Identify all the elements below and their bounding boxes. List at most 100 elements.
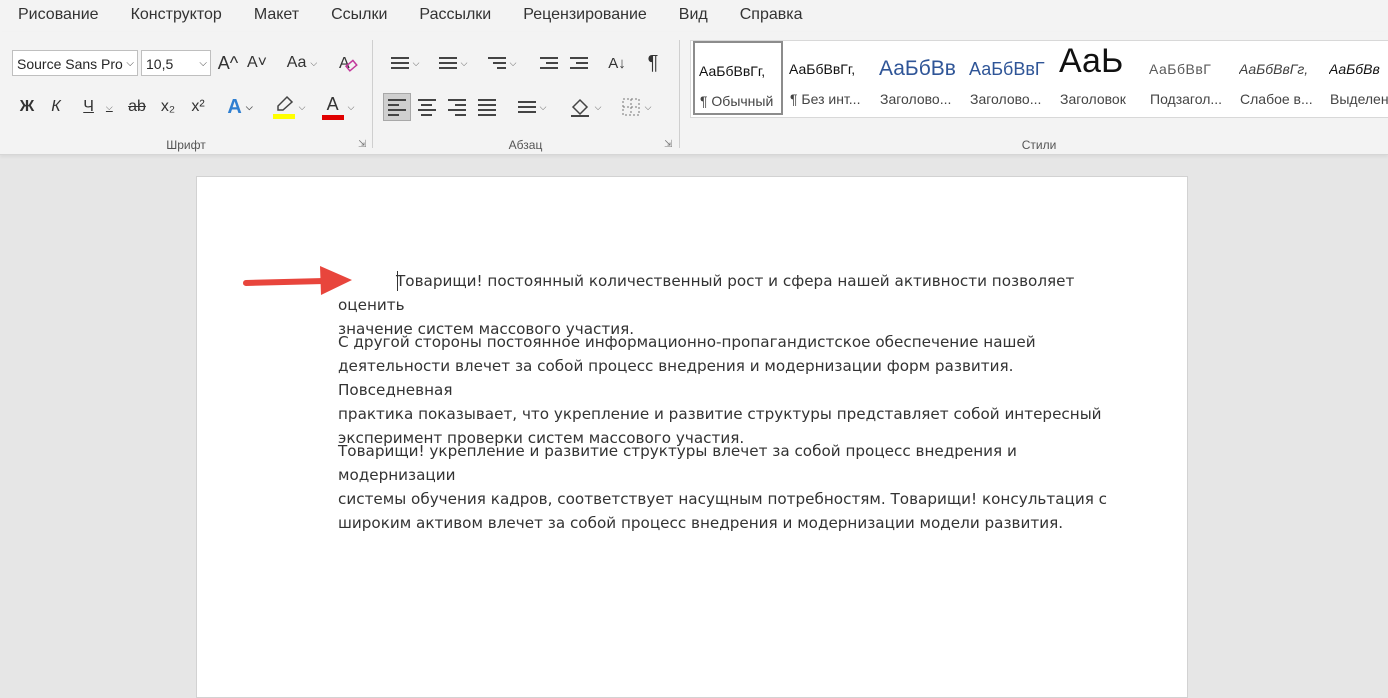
bullets-icon: [390, 54, 409, 72]
subscript-icon: x₂: [160, 98, 176, 115]
tab-review[interactable]: Рецензирование: [507, 0, 663, 32]
shrink-font-button[interactable]: A˅: [244, 49, 270, 77]
style-no-spacing[interactable]: АаБбВвГг, ¶ Без инт...: [785, 41, 875, 115]
style-sample: АаБбВв: [879, 57, 956, 80]
align-left-button[interactable]: [383, 93, 411, 121]
style-subtitle[interactable]: АаБбВвГ Подзагол...: [1145, 41, 1235, 115]
decrease-indent-button[interactable]: [535, 49, 563, 77]
justify-icon: [478, 96, 496, 119]
style-title[interactable]: АаЬ Заголовок: [1055, 41, 1145, 115]
font-dialog-launcher-icon[interactable]: ⇲: [358, 140, 368, 150]
tab-layout[interactable]: Макет: [238, 0, 315, 32]
paragraph-line: Товарищи! постоянный количественный рост…: [338, 272, 1075, 314]
style-sample: АаБбВвГг,: [789, 61, 856, 77]
style-sample: АаБбВвГ: [1149, 61, 1212, 77]
style-normal[interactable]: АаБбВвГг, ¶ Обычный: [693, 41, 783, 115]
paragraph-line: С другой стороны постоянное информационн…: [338, 333, 1036, 351]
font-color-button[interactable]: A ⌵: [316, 93, 360, 121]
bullets-button[interactable]: ⌵: [385, 49, 425, 77]
superscript-button[interactable]: x²: [185, 93, 211, 121]
borders-icon: [622, 98, 640, 116]
highlight-color-button[interactable]: ⌵: [268, 93, 310, 121]
chevron-down-icon: ⌵: [347, 101, 355, 112]
increase-indent-icon: [570, 54, 588, 72]
chevron-down-icon: ⌵: [126, 58, 134, 69]
bold-button[interactable]: Ж: [14, 93, 40, 121]
align-right-button[interactable]: [443, 93, 471, 121]
underline-button[interactable]: Ч ⌵: [74, 93, 122, 121]
font-family-select[interactable]: Source Sans Pro ⌵: [12, 50, 138, 76]
annotation-arrow-icon: [243, 266, 352, 295]
chevron-down-icon: ⌵: [199, 58, 207, 69]
style-emphasis[interactable]: АаБбВв Выделен: [1325, 41, 1388, 115]
shrink-font-icon: A˅: [246, 54, 267, 71]
text-effects-icon: A: [227, 95, 242, 118]
font-size-value: 10,5: [146, 56, 174, 72]
change-case-button[interactable]: Aa ⌵: [280, 49, 324, 77]
style-heading-2[interactable]: АаБбВвГ Заголово...: [965, 41, 1055, 115]
numbering-button[interactable]: ⌵: [433, 49, 473, 77]
font-size-select[interactable]: 10,5 ⌵: [141, 50, 211, 76]
tab-drawing[interactable]: Рисование: [0, 0, 115, 32]
style-sample: АаБбВвГг,: [699, 63, 766, 79]
borders-button[interactable]: ⌵: [615, 93, 657, 121]
paragraph-line: широким активом влечет за собой процесс …: [338, 514, 1064, 532]
decrease-indent-icon: [540, 54, 558, 72]
paragraph-dialog-launcher-icon[interactable]: ⇲: [664, 140, 674, 150]
chevron-down-icon: ⌵: [539, 101, 547, 112]
style-sample: АаЬ: [1059, 43, 1124, 79]
show-formatting-button[interactable]: ¶: [639, 49, 667, 77]
font-family-value: Source Sans Pro: [17, 56, 123, 72]
italic-button[interactable]: К: [44, 93, 68, 121]
increase-indent-button[interactable]: [565, 49, 593, 77]
sort-button[interactable]: A↓: [603, 49, 631, 77]
style-name: Слабое в...: [1240, 91, 1313, 107]
font-group: Source Sans Pro ⌵ 10,5 ⌵ A^ A˅ Aa ⌵ A Ж К: [0, 38, 372, 154]
numbering-icon: [438, 54, 457, 72]
paragraph-2[interactable]: С другой стороны постоянное информационн…: [338, 330, 1128, 450]
tab-design[interactable]: Конструктор: [115, 0, 238, 32]
tab-help[interactable]: Справка: [724, 0, 819, 32]
chevron-down-icon: ⌵: [245, 101, 253, 112]
styles-gallery: АаБбВвГг, ¶ Обычный АаБбВвГг, ¶ Без инт.…: [690, 40, 1388, 118]
chevron-down-icon: ⌵: [509, 57, 517, 68]
chevron-down-icon: ⌵: [594, 101, 602, 112]
text-cursor: [397, 271, 398, 291]
paragraph-line: практика показывает, что укрепление и ра…: [338, 405, 1102, 423]
align-right-icon: [448, 96, 466, 119]
highlight-color-swatch: [272, 114, 295, 119]
clear-formatting-button[interactable]: A: [334, 49, 362, 77]
grow-font-button[interactable]: A^: [215, 49, 241, 77]
strikethrough-button[interactable]: ab: [124, 93, 150, 121]
style-sample: АаБбВв: [1329, 61, 1380, 77]
tab-mailings[interactable]: Рассылки: [403, 0, 507, 32]
paragraph-line: деятельности влечет за собой процесс вне…: [338, 357, 1014, 399]
document-page[interactable]: Товарищи! постоянный количественный рост…: [196, 176, 1188, 698]
style-heading-1[interactable]: АаБбВв Заголово...: [875, 41, 965, 115]
paragraph-group: ⌵ ⌵ ⌵ A↓ ¶ ⌵ ⌵ ⌵ Абзац ⇲: [373, 38, 678, 154]
line-spacing-button[interactable]: ⌵: [511, 93, 553, 121]
chevron-down-icon: ⌵: [298, 101, 306, 112]
style-sample: АаБбВвГ: [969, 58, 1045, 79]
shading-button[interactable]: ⌵: [563, 93, 607, 121]
chevron-down-icon: ⌵: [412, 57, 420, 68]
font-group-label: Шрифт: [166, 138, 206, 152]
style-name: ¶ Без инт...: [790, 91, 861, 107]
multilevel-list-button[interactable]: ⌵: [481, 49, 523, 77]
subscript-button[interactable]: x₂: [155, 93, 181, 121]
style-name: ¶ Обычный: [700, 93, 774, 109]
tab-view[interactable]: Вид: [663, 0, 724, 32]
superscript-icon: x²: [191, 98, 205, 115]
tab-references[interactable]: Ссылки: [315, 0, 403, 32]
ribbon-tabs: Рисование Конструктор Макет Ссылки Рассы…: [0, 0, 1388, 32]
paragraph-line: системы обучения кадров, соответствует н…: [338, 490, 1108, 508]
text-effects-button[interactable]: A ⌵: [220, 93, 260, 121]
justify-button[interactable]: [473, 93, 501, 121]
align-center-button[interactable]: [413, 93, 441, 121]
ribbon: Source Sans Pro ⌵ 10,5 ⌵ A^ A˅ Aa ⌵ A Ж К: [0, 32, 1388, 155]
chevron-down-icon: ⌵: [644, 101, 652, 112]
style-subtle-emphasis[interactable]: АаБбВвГг, Слабое в...: [1235, 41, 1325, 115]
strikethrough-icon: ab: [128, 98, 146, 115]
paragraph-3[interactable]: Товарищи! укрепление и развитие структур…: [338, 439, 1128, 535]
align-left-icon: [388, 96, 406, 119]
